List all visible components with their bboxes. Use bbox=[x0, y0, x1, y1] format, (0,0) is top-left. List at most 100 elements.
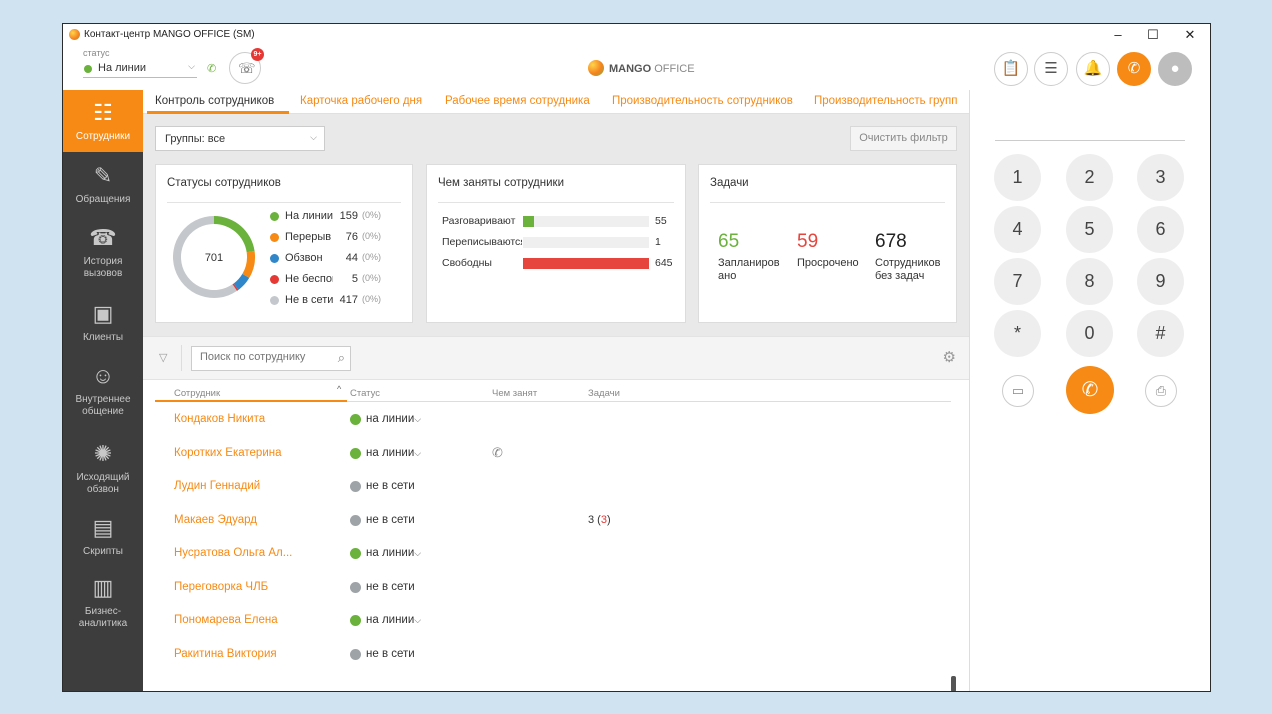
employee-name[interactable]: Нусратова Ольга Ал... bbox=[174, 547, 294, 559]
profile-button[interactable]: ● bbox=[1158, 52, 1192, 86]
donut-slice bbox=[242, 251, 255, 278]
employee-name[interactable]: Переговорка ЧЛБ bbox=[174, 581, 294, 593]
table-row[interactable]: Макаев Эдуард не в сети 3 (3) bbox=[155, 504, 951, 537]
table-scrollbar[interactable] bbox=[951, 676, 956, 691]
column-header-employee[interactable]: Сотрудник bbox=[174, 388, 220, 399]
column-header-status[interactable]: Статус bbox=[350, 388, 380, 399]
maximize-button[interactable]: ☐ bbox=[1138, 26, 1168, 44]
employee-name[interactable]: Пономарева Елена bbox=[174, 614, 294, 626]
employee-status: не в сети bbox=[366, 581, 415, 593]
clipboard-button[interactable]: 📋 bbox=[994, 52, 1028, 86]
table-row[interactable]: Нусратова Ольга Ал... на линии⌵ bbox=[155, 537, 951, 570]
printer-icon: ⎙ bbox=[1155, 383, 1167, 398]
sidebar-item-label: Бизнес-аналитика bbox=[78, 606, 128, 629]
employee-name[interactable]: Макаев Эдуард bbox=[174, 514, 294, 526]
status-value: На линии bbox=[98, 62, 147, 74]
sidebar-item-employees[interactable]: ☷ Сотрудники bbox=[63, 90, 143, 152]
employee-status[interactable]: на линии⌵ bbox=[366, 413, 421, 425]
dial-key[interactable]: 1 bbox=[994, 154, 1041, 201]
bell-icon: 🔔 bbox=[1083, 60, 1103, 77]
server-button[interactable]: ☰ bbox=[1034, 52, 1068, 86]
dial-key[interactable]: 4 bbox=[994, 206, 1041, 253]
status-dot bbox=[350, 514, 361, 526]
table-row[interactable]: Кондаков Никита на линии⌵ bbox=[155, 403, 951, 436]
phone-icon: ✆ bbox=[1127, 60, 1141, 77]
dial-key[interactable]: * bbox=[994, 310, 1041, 357]
filter-toggle-icon[interactable]: ▽ bbox=[159, 351, 167, 364]
tab-employee-control[interactable]: Контроль сотрудников bbox=[155, 95, 274, 107]
employee-search-input[interactable] bbox=[200, 351, 330, 363]
status-legend-value: 76 bbox=[345, 231, 358, 243]
tab-employee-work-time[interactable]: Рабочее время сотрудника bbox=[445, 95, 590, 107]
sidebar-item-label: Внутреннее общение bbox=[75, 394, 131, 417]
sidebar-item-outbound-calls[interactable]: ✺ Исходящий обзвон bbox=[63, 440, 143, 502]
employee-status[interactable]: на линии⌵ bbox=[366, 447, 421, 459]
dial-key[interactable]: 6 bbox=[1137, 206, 1184, 253]
dial-number-input[interactable] bbox=[995, 140, 1185, 141]
sidebar-item-internal-chat[interactable]: ☺ Внутреннее общение bbox=[63, 362, 143, 424]
missed-calls-button[interactable]: ☏ 9+ bbox=[229, 48, 264, 84]
sidebar-item-call-history[interactable]: ☎ История вызовов bbox=[63, 224, 143, 286]
group-filter-dropdown[interactable]: Группы: все ⌵ bbox=[155, 126, 325, 151]
call-button[interactable]: ✆ bbox=[1066, 366, 1114, 414]
message-icon: ▭ bbox=[1011, 383, 1025, 398]
title-bar: Контакт-центр MANGO OFFICE (SM) – ☐ ✕ bbox=[63, 24, 1210, 46]
notifications-button[interactable]: 🔔 bbox=[1076, 52, 1110, 86]
card-title: Задачи bbox=[710, 177, 749, 189]
sorted-column-indicator bbox=[155, 400, 347, 402]
tab-workday-card[interactable]: Карточка рабочего дня bbox=[300, 95, 422, 107]
dial-key[interactable]: 2 bbox=[1066, 154, 1113, 201]
employee-name[interactable]: Лудин Геннадий bbox=[174, 480, 294, 492]
employee-name[interactable]: Ракитина Виктория bbox=[174, 648, 294, 660]
softphone-button[interactable]: ✆ bbox=[1117, 52, 1151, 86]
sort-asc-icon[interactable]: ^ bbox=[337, 384, 341, 394]
table-row[interactable]: Пономарева Елена на линии⌵ bbox=[155, 604, 951, 637]
employee-status-card: Статусы сотрудников 701 На линии 159 (0%… bbox=[155, 164, 413, 323]
tab-group-performance[interactable]: Производительность групп bbox=[814, 95, 957, 107]
sidebar-item-clients[interactable]: ▣ Клиенты bbox=[63, 300, 143, 350]
divider bbox=[181, 345, 182, 371]
status-caption: статус bbox=[83, 48, 110, 58]
sidebar-item-label: Клиенты bbox=[82, 332, 124, 343]
status-legend-percent: (0%) bbox=[362, 294, 382, 304]
dial-key[interactable]: 9 bbox=[1137, 258, 1184, 305]
minimize-button[interactable]: – bbox=[1103, 26, 1133, 44]
table-row[interactable]: Ракитина Виктория не в сети bbox=[155, 638, 951, 671]
close-button[interactable]: ✕ bbox=[1175, 26, 1205, 44]
status-legend-label: На линии bbox=[285, 210, 333, 222]
sidebar-item-analytics[interactable]: ▥ Бизнес-аналитика bbox=[63, 574, 143, 636]
column-header-tasks[interactable]: Задачи bbox=[588, 388, 620, 399]
tab-bar: Контроль сотрудников Карточка рабочего д… bbox=[143, 90, 969, 114]
search-icon[interactable]: ⌕ bbox=[338, 350, 345, 366]
logo-text-bold: MANGO bbox=[609, 63, 652, 75]
overdue-tasks-count: 59 bbox=[797, 231, 819, 252]
dial-key[interactable]: 0 bbox=[1066, 310, 1113, 357]
gear-icon[interactable]: ⚙ bbox=[943, 348, 956, 366]
dial-key[interactable]: 7 bbox=[994, 258, 1041, 305]
employee-name[interactable]: Кондаков Никита bbox=[174, 413, 294, 425]
employee-status[interactable]: на линии⌵ bbox=[366, 547, 421, 559]
status-legend-label: Перерыв bbox=[285, 231, 332, 243]
table-row[interactable]: Лудин Геннадий не в сети bbox=[155, 470, 951, 503]
message-button[interactable]: ▭ bbox=[1002, 375, 1034, 407]
dial-key[interactable]: 5 bbox=[1066, 206, 1113, 253]
sidebar-item-label: Исходящий обзвон bbox=[76, 472, 130, 495]
employee-name[interactable]: Коротких Екатерина bbox=[174, 447, 294, 459]
employee-status[interactable]: на линии⌵ bbox=[366, 614, 421, 626]
fax-button[interactable]: ⎙ bbox=[1145, 375, 1177, 407]
column-header-activity[interactable]: Чем занят bbox=[492, 388, 537, 399]
status-dropdown[interactable]: На линии ⌵ bbox=[83, 60, 197, 78]
card-divider bbox=[438, 202, 674, 203]
dial-key[interactable]: 8 bbox=[1066, 258, 1113, 305]
table-row[interactable]: Переговорка ЧЛБ не в сети bbox=[155, 571, 951, 604]
dial-key[interactable]: # bbox=[1137, 310, 1184, 357]
tab-employee-performance[interactable]: Производительность сотрудников bbox=[612, 95, 793, 107]
table-row[interactable]: Коротких Екатерина на линии⌵ ✆ bbox=[155, 437, 951, 470]
header: статус На линии ⌵ ✆ ☏ 9+ MANGO OFFICE bbox=[63, 46, 969, 90]
status-legend-percent: (0%) bbox=[362, 210, 382, 220]
status-legend-value: 417 bbox=[339, 294, 358, 306]
clear-filter-button[interactable]: Очистить фильтр bbox=[850, 126, 957, 151]
dial-key[interactable]: 3 bbox=[1137, 154, 1184, 201]
sidebar-item-requests[interactable]: ✎ Обращения bbox=[63, 162, 143, 212]
sidebar-item-scripts[interactable]: ▤ Скрипты bbox=[63, 514, 143, 564]
